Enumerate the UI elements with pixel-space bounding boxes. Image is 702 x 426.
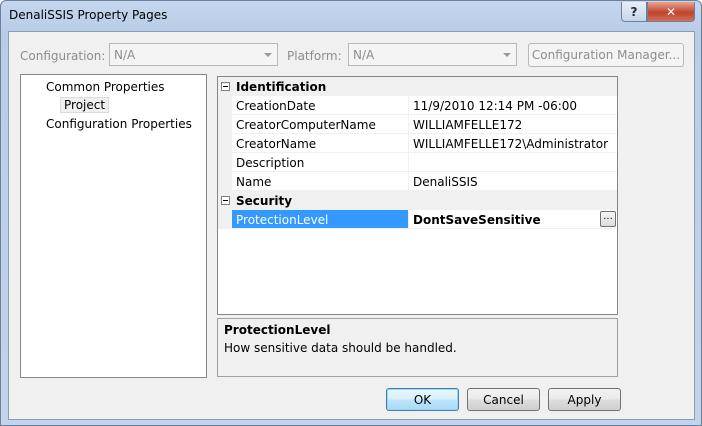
property-row[interactable]: CreatorName WILLIAMFELLE172\Administrato… <box>232 134 617 153</box>
category-security[interactable]: Security <box>218 191 617 210</box>
property-pages-window: DenaliSSIS Property Pages ? ✕ Configurat… <box>0 0 702 426</box>
help-icon: ? <box>630 4 638 19</box>
property-value[interactable]: DenaliSSIS <box>410 172 617 190</box>
close-button[interactable]: ✕ <box>647 2 695 22</box>
property-name: CreationDate <box>232 96 409 114</box>
property-name: ProtectionLevel <box>232 210 409 228</box>
tree-item-configuration-properties[interactable]: Configuration Properties <box>46 117 192 131</box>
property-row[interactable]: Description <box>232 153 617 172</box>
configuration-combo[interactable]: N/A <box>109 43 278 66</box>
tree-item-common-properties[interactable]: Common Properties <box>46 80 165 94</box>
dialog-client-area: Configuration: N/A Platform: N/A Configu… <box>8 31 695 420</box>
property-row[interactable]: CreationDate 11/9/2010 12:14 PM -06:00 <box>232 96 617 115</box>
description-pane: ProtectionLevel How sensitive data shoul… <box>217 318 618 377</box>
chevron-down-icon <box>503 53 511 57</box>
window-title: DenaliSSIS Property Pages <box>9 8 168 22</box>
description-title: ProtectionLevel <box>224 323 331 337</box>
apply-button[interactable]: Apply <box>548 388 621 411</box>
category-tree[interactable]: Common Properties Project Configuration … <box>20 74 207 378</box>
configuration-manager-button[interactable]: Configuration Manager... <box>528 43 684 67</box>
property-value[interactable]: 11/9/2010 12:14 PM -06:00 <box>410 96 617 114</box>
category-identification[interactable]: Identification <box>218 77 617 96</box>
help-button[interactable]: ? <box>621 2 647 22</box>
configuration-value: N/A <box>114 48 136 62</box>
description-text: How sensitive data should be handled. <box>224 341 457 355</box>
platform-label: Platform: <box>287 49 342 63</box>
category-label: Identification <box>236 80 327 94</box>
property-name: Description <box>232 153 409 171</box>
chevron-down-icon <box>264 53 272 57</box>
collapse-icon[interactable] <box>221 82 230 91</box>
property-row-selected[interactable]: ProtectionLevel DontSaveSensitive ... <box>232 210 617 229</box>
close-icon: ✕ <box>665 4 677 19</box>
property-row[interactable]: Name DenaliSSIS <box>232 172 617 191</box>
property-name: CreatorName <box>232 134 409 152</box>
property-value[interactable]: DontSaveSensitive <box>410 210 617 228</box>
collapse-icon[interactable] <box>221 196 230 205</box>
property-value[interactable]: WILLIAMFELLE172\Administrator <box>410 134 617 152</box>
configuration-label: Configuration: <box>20 49 106 63</box>
tree-item-project[interactable]: Project <box>60 97 110 113</box>
property-value[interactable] <box>410 153 617 171</box>
ellipsis-button[interactable]: ... <box>600 211 616 227</box>
cancel-button[interactable]: Cancel <box>467 388 540 411</box>
property-name: CreatorComputerName <box>232 115 409 133</box>
property-value[interactable]: WILLIAMFELLE172 <box>410 115 617 133</box>
property-grid[interactable]: Identification CreationDate 11/9/2010 12… <box>217 76 618 315</box>
ok-button[interactable]: OK <box>386 388 459 411</box>
platform-combo[interactable]: N/A <box>348 43 517 66</box>
property-name: Name <box>232 172 409 190</box>
platform-value: N/A <box>353 48 375 62</box>
property-row[interactable]: CreatorComputerName WILLIAMFELLE172 <box>232 115 617 134</box>
category-label: Security <box>236 194 293 208</box>
